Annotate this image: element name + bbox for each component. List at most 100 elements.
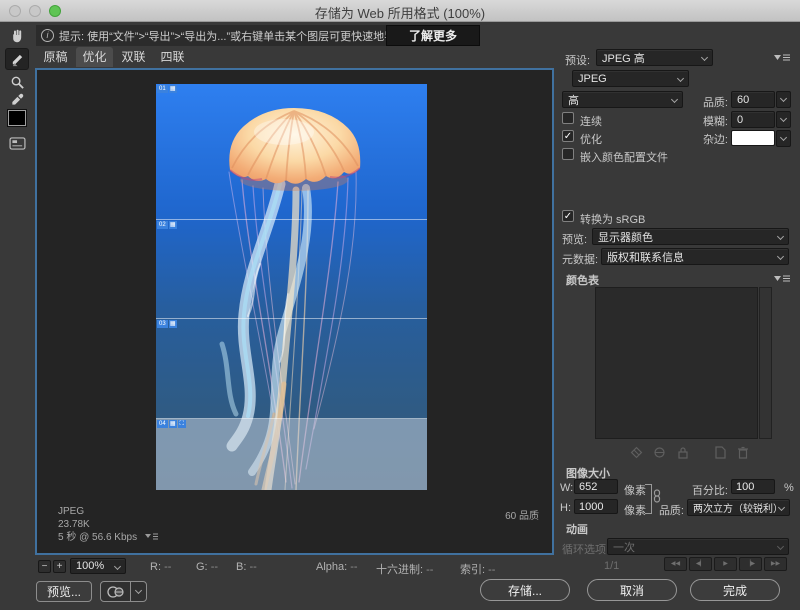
window-title: 存储为 Web 所用格式 (100%): [0, 3, 800, 22]
preview-mode-select[interactable]: 显示器颜色: [592, 228, 789, 245]
color-table-menu-icon[interactable]: [774, 274, 790, 283]
color-table-scrollbar[interactable]: [759, 287, 772, 439]
chevron-down-icon: [777, 543, 784, 550]
resample-select[interactable]: 两次立方（较锐利）: [687, 499, 790, 516]
preset-panel-menu-icon[interactable]: [774, 53, 790, 62]
loop-options-label: 循环选项:: [562, 541, 609, 557]
slice-link-icon: ⛶: [178, 420, 186, 428]
chevron-down-icon: [778, 504, 785, 511]
matte-menu-toggle[interactable]: [776, 130, 791, 147]
status-filesize: 23.78K: [58, 518, 158, 531]
slice-select-tool-icon[interactable]: [5, 48, 29, 70]
slice-badge[interactable]: 04▦⛶: [157, 420, 186, 428]
dimension-link-bracket: [645, 484, 652, 514]
first-frame-button[interactable]: ◀◀: [664, 557, 687, 571]
hand-tool-icon[interactable]: [5, 25, 29, 47]
optimized-preview-pane[interactable]: 01▦ 02▦ 03▦ 04▦⛶ JPEG 23.78K 5 秒 @ 56.6 …: [36, 69, 553, 554]
height-input[interactable]: 1000: [574, 499, 618, 514]
lock-color-icon[interactable]: [675, 445, 691, 460]
eyedropper-tool-icon[interactable]: [5, 88, 29, 110]
quality-value[interactable]: 60: [731, 91, 775, 108]
tab-optimized[interactable]: 优化: [76, 47, 113, 67]
preview-tabs: 原稿 优化 双联 四联: [37, 47, 193, 67]
browser-preview-menu[interactable]: [130, 581, 147, 602]
title-bar: 存储为 Web 所用格式 (100%): [0, 0, 800, 22]
chevron-down-icon: [677, 75, 684, 82]
last-frame-button[interactable]: ▶▶: [764, 557, 787, 571]
compression-select[interactable]: 高: [562, 91, 683, 108]
learn-more-button[interactable]: 了解更多: [386, 25, 480, 46]
info-icon: i: [41, 29, 54, 42]
width-input[interactable]: 652: [574, 479, 618, 494]
browser-preview-button[interactable]: [100, 581, 131, 602]
zoom-out-button[interactable]: −: [38, 560, 51, 573]
chevron-down-icon: [780, 95, 787, 102]
jellyfish-image[interactable]: 01▦ 02▦ 03▦ 04▦⛶: [156, 84, 427, 490]
percent-unit: %: [784, 482, 794, 494]
quality-label: 品质:: [694, 94, 728, 110]
readout-red: R: --: [150, 561, 171, 573]
color-table-label: 颜色表: [566, 272, 599, 288]
slice-number: 03: [157, 320, 168, 328]
zoom-level-select[interactable]: 100%: [70, 558, 126, 574]
height-label: H:: [560, 502, 571, 514]
next-frame-button[interactable]: ▕▶: [739, 557, 762, 571]
width-unit: 像素: [624, 482, 646, 498]
delete-color-icon[interactable]: [735, 445, 751, 460]
new-color-icon[interactable]: [712, 445, 728, 460]
chevron-down-icon: [135, 587, 142, 594]
optimized-checkbox[interactable]: ✓: [562, 130, 574, 142]
format-select[interactable]: JPEG: [572, 70, 689, 87]
download-rate-menu-icon[interactable]: [145, 533, 158, 541]
matte-color-swatch[interactable]: [731, 130, 775, 146]
convert-srgb-label: 转换为 sRGB: [580, 211, 645, 227]
embed-profile-checkbox[interactable]: [562, 148, 574, 160]
height-unit: 像素: [624, 502, 646, 518]
play-button[interactable]: ▶: [714, 557, 737, 571]
blur-label: 模糊:: [694, 113, 728, 129]
tip-text: 提示: 使用“文件”>“导出”>“导出为...”或右键单击某个图层可更快速地导出…: [59, 28, 428, 44]
toggle-slices-icon[interactable]: [5, 132, 29, 154]
color-table[interactable]: [595, 287, 758, 439]
slice-number: 01: [157, 85, 168, 93]
slice-type-icon: ▦: [169, 420, 177, 428]
blur-value[interactable]: 0: [731, 111, 775, 128]
convert-srgb-checkbox[interactable]: ✓: [562, 210, 574, 222]
map-transparency-icon[interactable]: [628, 445, 644, 460]
preview-button[interactable]: 预览...: [36, 581, 92, 602]
chevron-down-icon: [777, 233, 784, 240]
tab-2up[interactable]: 双联: [115, 47, 152, 67]
metadata-label: 元数据:: [562, 251, 598, 267]
loop-options-select[interactable]: 一次: [607, 538, 789, 555]
metadata-select[interactable]: 版权和联系信息: [601, 248, 789, 265]
width-label: W:: [560, 482, 573, 494]
progressive-checkbox[interactable]: [562, 112, 574, 124]
slice-badge[interactable]: 01▦: [157, 85, 177, 93]
slice-badge[interactable]: 03▦: [157, 320, 177, 328]
tab-original[interactable]: 原稿: [37, 47, 74, 67]
status-rate: 5 秒 @ 56.6 Kbps: [58, 532, 137, 543]
quality-slider-toggle[interactable]: [776, 91, 791, 108]
optimize-info: JPEG 23.78K 5 秒 @ 56.6 Kbps: [58, 505, 158, 544]
slice-badge[interactable]: 02▦: [157, 221, 177, 229]
status-format: JPEG: [58, 505, 158, 518]
progressive-label: 连续: [580, 113, 602, 129]
chevron-down-icon: [780, 134, 787, 141]
preset-select[interactable]: JPEG 高: [596, 49, 713, 66]
cancel-button[interactable]: 取消: [587, 579, 677, 601]
zoom-in-button[interactable]: +: [53, 560, 66, 573]
readout-hex: 十六进制: --: [376, 561, 433, 577]
readout-green: G: --: [196, 561, 218, 573]
percent-input[interactable]: 100: [731, 479, 775, 494]
slice-type-icon: ▦: [169, 320, 177, 328]
preview-mode-label: 预览:: [562, 231, 587, 247]
color-swatch[interactable]: [8, 110, 26, 126]
web-shift-icon[interactable]: [651, 445, 667, 460]
blur-slider-toggle[interactable]: [776, 111, 791, 128]
previous-frame-button[interactable]: ◀▏: [689, 557, 712, 571]
save-button[interactable]: 存储...: [480, 579, 570, 601]
embed-profile-label: 嵌入颜色配置文件: [580, 149, 668, 165]
done-button[interactable]: 完成: [690, 579, 780, 601]
tab-4up[interactable]: 四联: [154, 47, 191, 67]
preset-label: 预设:: [565, 52, 590, 68]
